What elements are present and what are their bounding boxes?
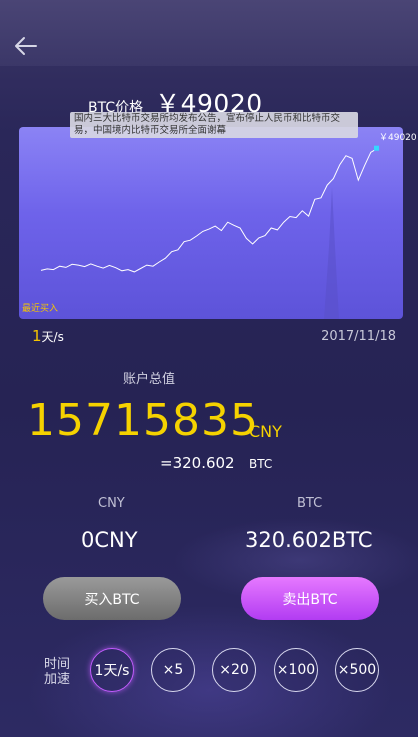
buy-btc-button[interactable]: 买入BTC xyxy=(43,577,181,620)
price-chart xyxy=(19,127,403,319)
account-total-unit: CNY xyxy=(249,422,282,441)
recent-buy-marker: 最近买入 xyxy=(22,304,59,314)
speed-option-20x[interactable]: ×20 xyxy=(212,648,256,692)
current-speed: 1天/s xyxy=(32,327,64,345)
city-silhouette xyxy=(324,187,339,319)
price-chart-svg xyxy=(40,145,379,319)
sell-btc-button[interactable]: 卖出BTC xyxy=(241,577,379,620)
btc-equivalent-value: =320.602 xyxy=(160,454,235,472)
back-arrow-icon[interactable] xyxy=(12,34,38,58)
current-date: 2017/11/18 xyxy=(321,329,396,344)
speed-option-5x[interactable]: ×5 xyxy=(151,648,195,692)
news-banner: 国内三大比特币交易所均发布公告，宣布停止人民币和比特币交易，中国境内比特币交易所… xyxy=(70,112,358,138)
cny-balance-value: 0CNY xyxy=(81,528,138,552)
account-total-label: 账户总值 xyxy=(123,372,176,387)
current-price-point xyxy=(374,145,379,151)
speed-option-1x[interactable]: 1天/s xyxy=(90,648,134,692)
btc-balance-value: 320.602BTC xyxy=(245,528,373,552)
account-total-value: 15715835 xyxy=(27,395,259,446)
chart-current-price: ￥49020 xyxy=(379,133,417,143)
price-line xyxy=(40,148,378,273)
top-bar xyxy=(0,0,418,66)
cny-balance-label: CNY xyxy=(98,496,125,511)
time-acceleration-label-line2: 加速 xyxy=(44,672,71,687)
btc-balance-label: BTC xyxy=(297,496,323,511)
speed-option-500x[interactable]: ×500 xyxy=(335,648,379,692)
current-speed-unit: 天/s xyxy=(41,330,64,344)
time-acceleration-label: 时间 加速 xyxy=(44,657,70,687)
btc-equivalent-unit: BTC xyxy=(249,457,273,471)
time-acceleration-label-line1: 时间 xyxy=(44,657,71,672)
current-speed-number: 1 xyxy=(32,327,42,345)
speed-option-100x[interactable]: ×100 xyxy=(274,648,318,692)
